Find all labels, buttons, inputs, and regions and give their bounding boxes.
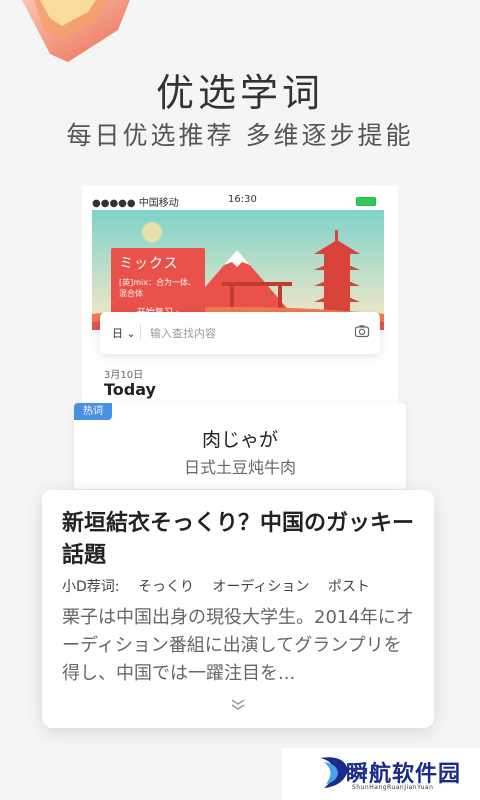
status-time: 16:30 [228,194,257,205]
search-bar[interactable]: 日 ⌄ 输入查找内容 [100,312,380,354]
article-card[interactable]: 新垣結衣そっくり？中国のガッキー話題 小D荐词: そっくり オーディション ポス… [42,490,434,728]
language-selector[interactable]: 日 ⌄ [112,325,136,341]
today-heading: Today [104,380,156,399]
tag-item[interactable]: オーディション [212,579,309,595]
watermark: 瞬航软件园 ShunHangRuanJianYuan [282,748,480,800]
language-label: 日 [112,327,123,340]
hot-word: 肉じゃが [201,429,278,451]
camera-icon[interactable] [354,323,370,339]
search-divider [140,325,141,339]
watermark-subtext: ShunHangRuanJianYuan [352,784,434,791]
article-excerpt: 栗子は中国出身の現役大学生。2014年にオーディション番組に出演してグランプリを… [62,607,414,684]
tag-item[interactable]: ポスト [328,579,370,595]
article-title[interactable]: 新垣結衣そっくり？中国のガッキー話題 [62,508,418,572]
tags-label: 小D荐词: [62,579,120,595]
tag-item[interactable]: そっくり [138,579,194,595]
hot-word-card[interactable]: 热词 肉じゃが 日式土豆炖牛肉 [74,403,406,489]
status-bar: ●●●●● 中国移动 16:30 [92,194,382,210]
hot-word-badge: 热词 [74,403,112,420]
promo-word: ミックス [119,256,179,272]
battery-icon [356,197,376,206]
hero-subtitle: 每日优选推荐 多维逐步提能 [66,121,414,150]
hot-word-meaning: 日式土豆炖牛肉 [183,458,296,477]
search-input[interactable]: 输入查找内容 [150,325,216,341]
decorative-banner-shape [22,0,130,62]
hero-title: 优选学词 [155,71,324,115]
article-tags: 小D荐词: そっくり オーディション ポスト [62,576,422,596]
promo-definition: [英]mix：合为一体、混合体 [119,278,196,298]
carrier-label: ●●●●● 中国移动 [92,198,179,209]
chevron-down-icon[interactable] [230,698,246,712]
date-label: 3月10日 [104,370,144,381]
promo-card[interactable]: ミックス [英]mix：合为一体、混合体 开始复习 › [111,248,205,320]
